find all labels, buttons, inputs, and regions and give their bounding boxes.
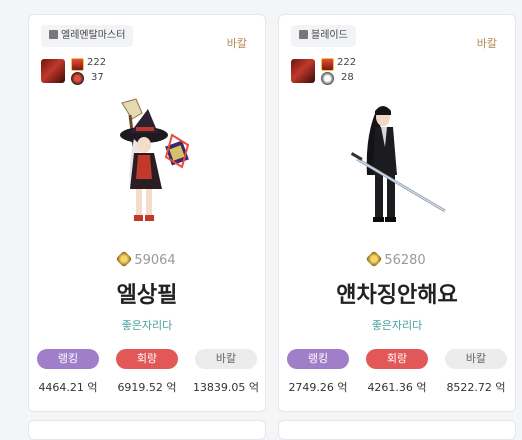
fame-icon [115,250,133,268]
character-image [350,106,446,222]
buff-level-icon [71,72,84,85]
character-name: 엘상필 [116,283,178,308]
next-card-edge [28,420,266,440]
corridor-button[interactable]: 회랑 [366,349,428,369]
fame-value: 56280 [384,253,426,268]
guild-name: 좋은자리다 [121,319,173,332]
corridor-value: 6919.52 억 [117,381,177,394]
corridor-button[interactable]: 회랑 [116,349,178,369]
fame-row: 59064 [29,250,265,268]
corridor-value: 4261.36 억 [367,381,427,394]
job-label: 엘레멘탈마스터 [61,30,126,41]
ranking-value: 2749.26 억 [288,381,348,394]
item-level-value: 222 [87,57,107,68]
fame-icon [365,250,383,268]
bakal-value: 8522.72 억 [446,381,506,394]
bakal-value: 13839.05 억 [192,381,260,394]
item-level-icon [321,58,334,71]
bakal-button[interactable]: 바칼 [195,349,257,369]
ranking-button[interactable]: 랭킹 [37,349,99,369]
job-badge: 엘레멘탈마스터 [41,25,134,47]
buff-avatar-icon [41,59,65,83]
job-label: 블레이드 [311,30,348,41]
fame-row: 56280 [279,250,515,268]
character-image [120,98,190,221]
guild-name: 좋은자리다 [371,319,423,332]
ranking-value: 4464.21 억 [38,381,98,394]
character-name: 얜차징안해요 [336,283,458,308]
server-label: 바칼 [476,37,497,50]
ranking-button[interactable]: 랭킹 [287,349,349,369]
item-level-value: 222 [337,57,357,68]
item-level-icon [71,58,84,71]
server-label: 바칼 [226,37,247,50]
bakal-button[interactable]: 바칼 [445,349,507,369]
buff-level-value: 28 [341,72,354,83]
next-card-edge [278,420,516,440]
job-icon [299,30,308,39]
character-card[interactable]: 엘레멘탈마스터 바칼 222 37 59064 엘상필 좋은자리다 랭킹 회랑 [28,14,266,412]
buff-level-icon [321,72,334,85]
buff-level-value: 37 [91,72,104,83]
fame-value: 59064 [134,253,176,268]
buff-avatar-icon [291,59,315,83]
job-badge: 블레이드 [291,25,356,47]
job-icon [49,30,58,39]
character-card[interactable]: 블레이드 바칼 222 28 56280 얜차징안해요 좋은자리다 랭킹 회랑 … [278,14,516,412]
